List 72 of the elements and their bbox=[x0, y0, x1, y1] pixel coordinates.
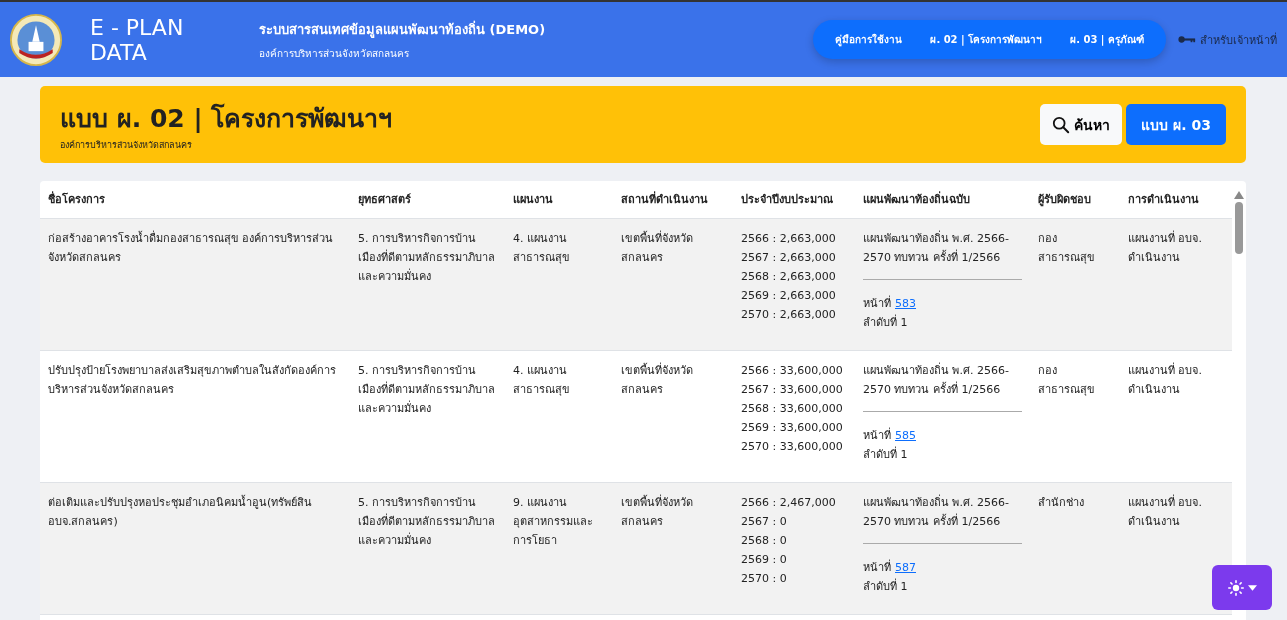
column-header: แผนพัฒนาท้องถิ่นฉบับ bbox=[862, 190, 971, 208]
budget-line: 2568 : 33,600,000 bbox=[741, 401, 844, 417]
page-link[interactable]: 585 bbox=[895, 426, 916, 445]
table-cell-text: สำนักช่าง bbox=[1037, 495, 1085, 511]
page-link[interactable]: 583 bbox=[895, 294, 916, 313]
order-text: ลำดับที่ 1 bbox=[863, 445, 909, 463]
nav-link[interactable]: ผ. 03 | ครุภัณฑ์ bbox=[1070, 32, 1144, 47]
nav-link[interactable]: ผ. 02 | โครงการพัฒนาฯ bbox=[930, 32, 1043, 47]
key-icon bbox=[1178, 35, 1196, 44]
page-link[interactable]: 587 bbox=[895, 558, 916, 577]
budget-line: 2569 : 0 bbox=[741, 552, 788, 568]
budget-line: 2566 : 2,663,000 bbox=[741, 231, 837, 247]
local-plan-text: แผนพัฒนาท้องถิ่น พ.ศ. 2566-2570 ทบทวน ครั้งที่ 1/2566 bbox=[863, 361, 1010, 398]
table-cell-text: เขตพื้นที่จังหวัดสกลนคร bbox=[620, 493, 694, 530]
budget-line: 2570 : 2,663,000 bbox=[741, 307, 837, 323]
column-header: แผนงาน bbox=[512, 192, 554, 208]
column-header: การดำเนินงาน bbox=[1127, 192, 1200, 208]
system-title: ระบบสารสนเทศข้อมูลแผนพัฒนาท้องถิ่น (DEMO) bbox=[259, 19, 546, 40]
budget-line: 2567 : 2,663,000 bbox=[741, 250, 837, 266]
budget-line: 2569 : 2,663,000 bbox=[741, 288, 837, 304]
search-button[interactable]: ค้นหา bbox=[1040, 104, 1123, 145]
budget-line: 2567 : 0 bbox=[741, 514, 788, 530]
sun-icon bbox=[1227, 579, 1244, 596]
budget-line: 2568 : 2,663,000 bbox=[741, 269, 837, 285]
scrollbar-thumb[interactable] bbox=[1235, 202, 1243, 254]
page-label: หน้าที่ bbox=[863, 558, 891, 576]
page-label: หน้าที่ bbox=[863, 426, 891, 444]
page-title: แบบ ผ. 02 | โครงการพัฒนาฯ bbox=[60, 102, 393, 135]
table-cell-text: กองสาธารณสุข bbox=[1037, 231, 1096, 266]
order-text: ลำดับที่ 1 bbox=[863, 313, 909, 331]
table-cell-text: ปรับปรุงป้ายโรงพยาบาลส่งเสริมสุขภาพตำบลในสังกัดองค์การบริหารส่วนจังหวัดสกลนคร bbox=[47, 363, 337, 398]
table-cell-text: ก่อสร้างอาคารโรงน้ำดื่มกองสาธารณสุข องค์การบริหารส่วนจังหวัดสกลนคร bbox=[47, 229, 335, 266]
emblem-logo bbox=[10, 13, 62, 66]
table-cell-text: ต่อเติมและปรับปรุงหอประชุมอำเภอนิคมน้ำอูน(ทรัพย์สิน อบจ.สกลนคร) bbox=[47, 494, 314, 530]
local-plan-text: แผนพัฒนาท้องถิ่น พ.ศ. 2566-2570 ทบทวน ครั้งที่ 1/2566 bbox=[863, 229, 1010, 266]
column-header: ยุทธศาสตร์ bbox=[357, 192, 412, 208]
page-subtitle: องค์การบริหารส่วนจังหวัดสกลนคร bbox=[60, 138, 193, 152]
table-cell-text: 4. แผนงานสาธารณสุข bbox=[512, 363, 571, 398]
local-plan-text: แผนพัฒนาท้องถิ่น พ.ศ. 2566-2570 ทบทวน ครั้งที่ 1/2566 bbox=[863, 493, 1010, 530]
budget-line: 2566 : 33,600,000 bbox=[741, 363, 844, 379]
budget-line: 2570 : 0 bbox=[741, 571, 788, 587]
column-header: ประจำปีงบประมาณ bbox=[740, 192, 834, 208]
table-cell-text: 5. การบริหารกิจการบ้านเมืองที่ดีตามหลักธรรมาภิบาลและความมั่นคง bbox=[357, 363, 496, 417]
table-cell-text: กองสาธารณสุข bbox=[1037, 363, 1096, 398]
table-cell-text: แผนงานที่ อบจ. ดำเนินงาน bbox=[1127, 361, 1203, 398]
nav-link[interactable]: คู่มือการใช้งาน bbox=[835, 32, 903, 47]
budget-line: 2570 : 33,600,000 bbox=[741, 439, 844, 455]
page-label: หน้าที่ bbox=[863, 294, 891, 312]
budget-line: 2569 : 33,600,000 bbox=[741, 420, 844, 436]
column-header: ผู้รับผิดชอบ bbox=[1037, 192, 1092, 209]
table-cell-text: แผนงานที่ อบจ. ดำเนินงาน bbox=[1127, 493, 1203, 530]
scroll-up-icon[interactable] bbox=[1234, 191, 1244, 199]
budget-line: 2566 : 2,467,000 bbox=[741, 495, 837, 511]
table-cell-text: เขตพื้นที่จังหวัดสกลนคร bbox=[620, 229, 694, 266]
form-button[interactable]: แบบ ผ. 03 bbox=[1126, 104, 1226, 145]
search-icon bbox=[1052, 115, 1071, 134]
organization-name: องค์การบริหารส่วนจังหวัดสกลนคร bbox=[259, 46, 410, 61]
staff-login-link[interactable]: สำหรับเจ้าหน้าที่ bbox=[1178, 30, 1277, 49]
column-header: ชื่อโครงการ bbox=[47, 190, 106, 208]
table-cell-text: 5. การบริหารกิจการบ้านเมืองที่ดีตามหลักธรรมาภิบาลและความมั่นคง bbox=[357, 495, 496, 549]
table-cell-text: 5. การบริหารกิจการบ้านเมืองที่ดีตามหลักธรรมาภิบาลและความมั่นคง bbox=[357, 231, 496, 285]
brand-title: E - PLAN DATA bbox=[90, 14, 185, 65]
table-cell-text: แผนงานที่ อบจ. ดำเนินงาน bbox=[1127, 229, 1203, 266]
table-cell-text: 4. แผนงานสาธารณสุข bbox=[512, 231, 571, 266]
table-cell-text: เขตพื้นที่จังหวัดสกลนคร bbox=[620, 361, 694, 398]
caret-icon bbox=[1247, 584, 1257, 591]
order-text: ลำดับที่ 1 bbox=[863, 577, 909, 595]
theme-toggle-button[interactable] bbox=[1212, 565, 1272, 610]
column-header: สถานที่ดำเนินงาน bbox=[620, 190, 709, 208]
table-cell-text: 9. แผนงานอุตสาหกรรมและการโยธา bbox=[512, 495, 594, 549]
budget-line: 2567 : 33,600,000 bbox=[741, 382, 844, 398]
budget-line: 2568 : 0 bbox=[741, 533, 788, 549]
